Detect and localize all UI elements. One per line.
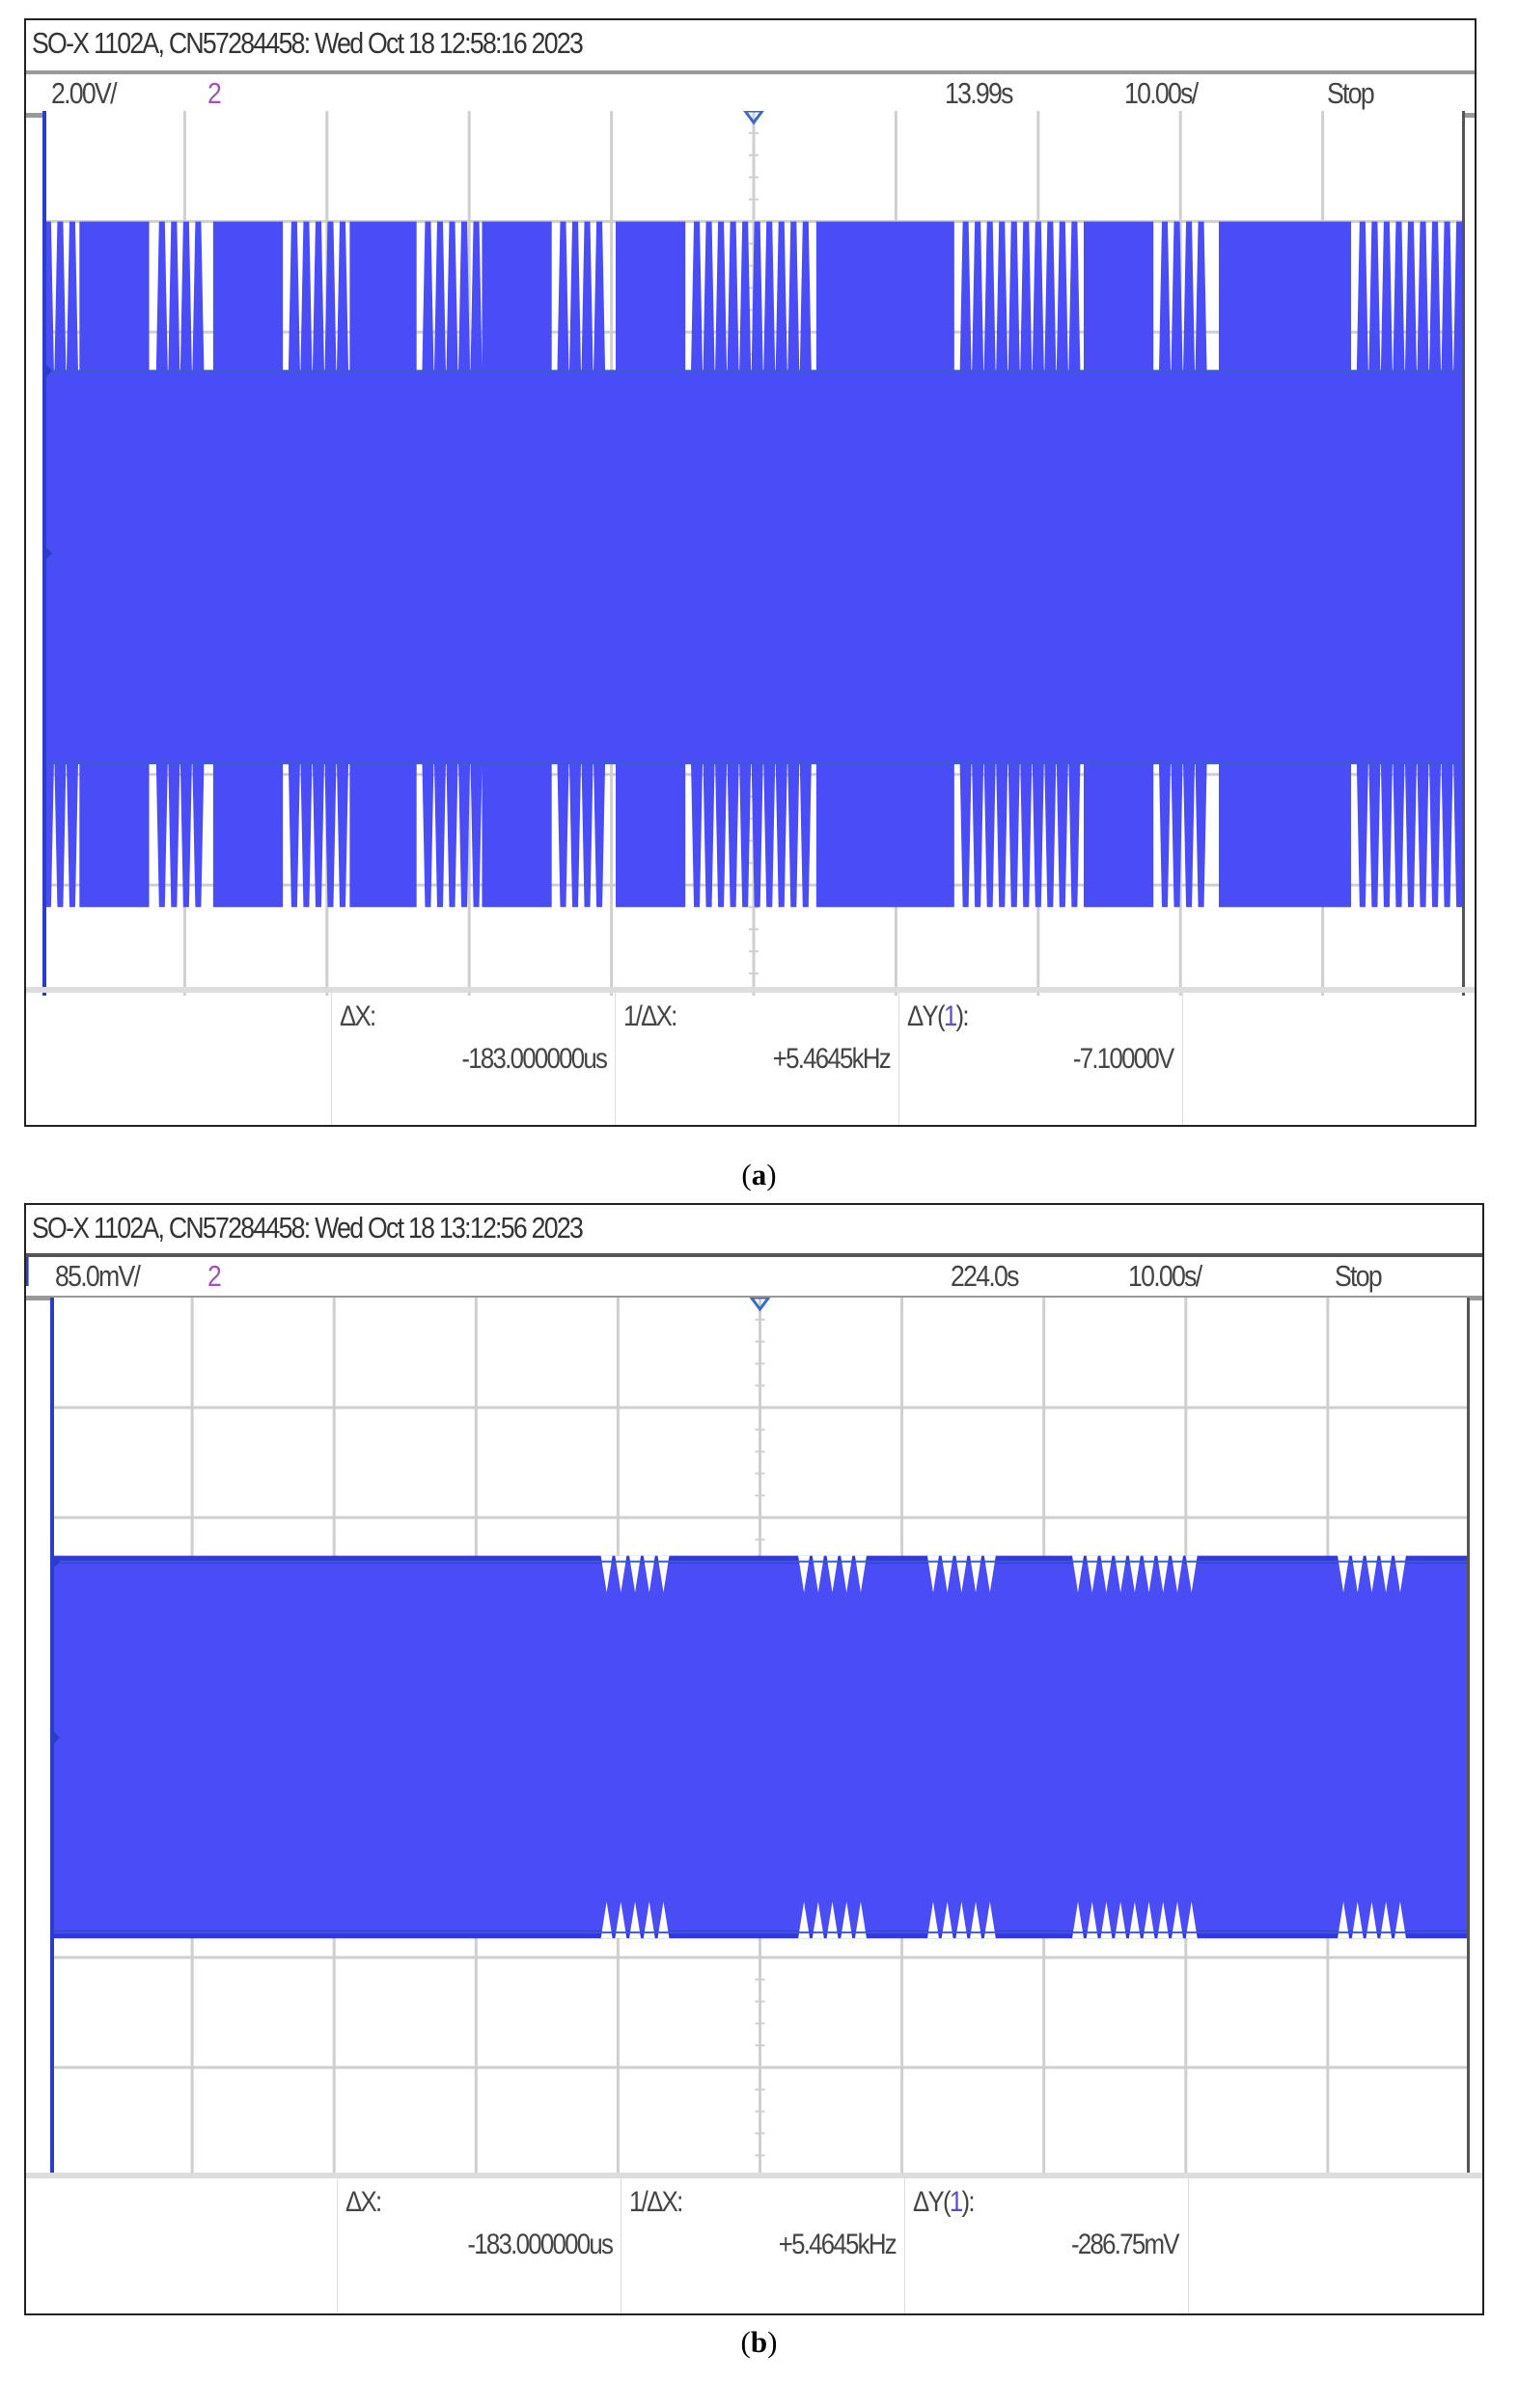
delta-y-label-text: ΔY( (913, 2186, 952, 2218)
measurement-delta-x: ΔX: -183.000000us (331, 993, 616, 1125)
oscilloscope-capture-b: SO-X 1102A, CN57284458: Wed Oct 18 13:12… (24, 1203, 1484, 2315)
caption-letter: a (751, 1158, 767, 1191)
delta-y-label: ΔY(1): (913, 2186, 976, 2219)
measurement-delta-y: ΔY(1): -286.75mV (904, 2178, 1189, 2313)
waveform-burst-top (349, 221, 417, 371)
waveform-band (50, 1561, 1470, 1933)
delta-y-channel: 1 (949, 2186, 963, 2218)
run-state: Stop (1327, 76, 1375, 110)
delta-x-value: -183.000000us (467, 2229, 614, 2260)
waveform-plot (42, 111, 1465, 996)
capture-title: SO-X 1102A, CN57284458: Wed Oct 18 13:12… (32, 1211, 584, 1245)
oscilloscope-capture-a: SO-X 1102A, CN57284458: Wed Oct 18 12:58… (24, 18, 1477, 1127)
delta-x-value: -183.000000us (461, 1043, 608, 1075)
waveform-burst-bottom (79, 763, 150, 908)
waveform-plot (50, 1298, 1470, 2177)
waveform-burst-bottom (349, 763, 417, 908)
waveform-burst-bottom (1083, 763, 1154, 908)
waveform-burst-top (815, 221, 954, 371)
time-per-div: 10.00s/ (1124, 76, 1199, 110)
delta-x-label: ΔX: (345, 2186, 382, 2218)
waveform-burst-top (1218, 221, 1352, 371)
waveform-burst-bottom (815, 763, 954, 908)
channel-number: 2 (207, 76, 222, 110)
caption-b: (b) (740, 2325, 778, 2359)
delta-x-label: ΔX: (340, 1000, 376, 1032)
channel-marker (26, 1257, 29, 1286)
measurement-inverse-delta-x: 1/ΔX: +5.4645kHz (615, 993, 899, 1125)
time-per-div: 10.00s/ (1128, 1259, 1202, 1293)
waveform-burst-top (616, 221, 686, 371)
waveform-band (42, 370, 1465, 764)
waveform-burst-top (482, 221, 552, 371)
delta-y-value: -286.75mV (1071, 2229, 1179, 2260)
measurement-panel: ΔX: -183.000000us 1/ΔX: +5.4645kHz ΔY(1)… (26, 2173, 1482, 2313)
delta-y-label-text: ΔY( (907, 1000, 946, 1032)
volts-per-div: 85.0mV/ (55, 1259, 141, 1293)
caption-letter: b (750, 2325, 768, 2359)
waveform-burst-top (79, 221, 150, 371)
inverse-delta-x-label: 1/ΔX: (629, 2186, 683, 2218)
inverse-delta-x-value: +5.4645kHz (778, 2229, 897, 2260)
measurement-panel: ΔX: -183.000000us 1/ΔX: +5.4645kHz ΔY(1)… (26, 987, 1475, 1125)
trigger-delay: 224.0s (951, 1259, 1019, 1293)
measurement-delta-x: ΔX: -183.000000us (337, 2178, 621, 2313)
delta-y-channel: 1 (943, 1000, 957, 1032)
inverse-delta-x-value: +5.4645kHz (772, 1043, 892, 1075)
delta-y-label-end: ): (961, 2186, 976, 2218)
inverse-delta-x-label: 1/ΔX: (623, 1000, 677, 1032)
waveform-burst-bottom (482, 763, 552, 908)
channel-number: 2 (207, 1259, 222, 1293)
waveform-burst-bottom (212, 763, 284, 908)
trigger-delay: 13.99s (945, 76, 1013, 110)
caption-a: (a) (741, 1158, 777, 1191)
measurement-delta-y: ΔY(1): -7.10000V (898, 993, 1183, 1125)
scope-header-bar: 85.0mV/ 2 224.0s 10.00s/ Stop (26, 1253, 1482, 1300)
delta-y-value: -7.10000V (1072, 1043, 1173, 1075)
delta-y-label-end: ): (955, 1000, 970, 1032)
waveform-burst-top (212, 221, 284, 371)
measurement-inverse-delta-x: 1/ΔX: +5.4645kHz (621, 2178, 905, 2313)
run-state: Stop (1335, 1259, 1383, 1293)
waveform-burst-bottom (1218, 763, 1352, 908)
plot-right-border (1467, 1298, 1470, 2177)
waveform-burst-top (1083, 221, 1154, 371)
waveform-burst-bottom (616, 763, 686, 908)
delta-y-label: ΔY(1): (907, 1000, 970, 1033)
capture-title: SO-X 1102A, CN57284458: Wed Oct 18 12:58… (32, 26, 584, 60)
volts-per-div: 2.00V/ (51, 76, 117, 110)
plot-right-border (1462, 111, 1465, 996)
